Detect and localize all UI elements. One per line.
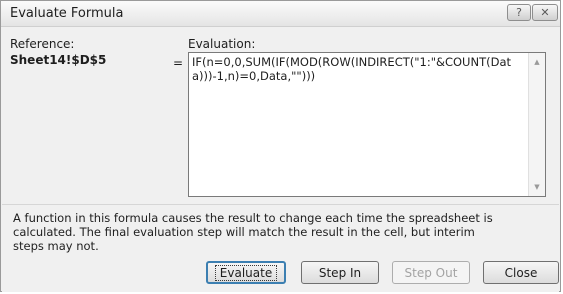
help-icon: ? — [516, 6, 522, 19]
close-button[interactable]: Close — [483, 261, 559, 284]
close-button-label: Close — [504, 265, 538, 280]
evaluation-label: Evaluation: — [188, 37, 256, 51]
evaluation-scrollbar[interactable]: ▲ ▼ — [528, 53, 545, 196]
scroll-down-icon[interactable]: ▼ — [529, 180, 545, 194]
evaluation-formula: IF(n=0,0,SUM(IF(MOD(ROW(INDIRECT("1:"&CO… — [192, 55, 511, 83]
evaluation-box[interactable]: IF(n=0,0,SUM(IF(MOD(ROW(INDIRECT("1:"&CO… — [188, 52, 546, 197]
evaluate-button[interactable]: Evaluate — [206, 261, 286, 284]
step-out-button-label: Step Out — [404, 265, 458, 280]
equals-sign: = — [173, 56, 184, 70]
title-bar: Evaluate Formula ? ✕ — [1, 1, 560, 27]
step-in-button-label: Step In — [318, 265, 362, 280]
reference-value: Sheet14!$D$5 — [10, 53, 107, 67]
scroll-up-icon[interactable]: ▲ — [529, 55, 545, 69]
close-icon: ✕ — [540, 6, 550, 19]
reference-label: Reference: — [10, 37, 75, 51]
dialog-title: Evaluate Formula — [10, 6, 124, 21]
step-out-button[interactable]: Step Out — [392, 261, 470, 284]
help-button[interactable]: ? — [507, 4, 531, 21]
info-message: A function in this formula causes the re… — [13, 211, 493, 253]
step-in-button[interactable]: Step In — [301, 261, 379, 284]
evaluate-formula-dialog: Evaluate Formula ? ✕ Reference: Sheet14!… — [0, 0, 561, 292]
evaluate-button-label: Evaluate — [214, 264, 278, 281]
window-close-button[interactable]: ✕ — [532, 4, 558, 21]
